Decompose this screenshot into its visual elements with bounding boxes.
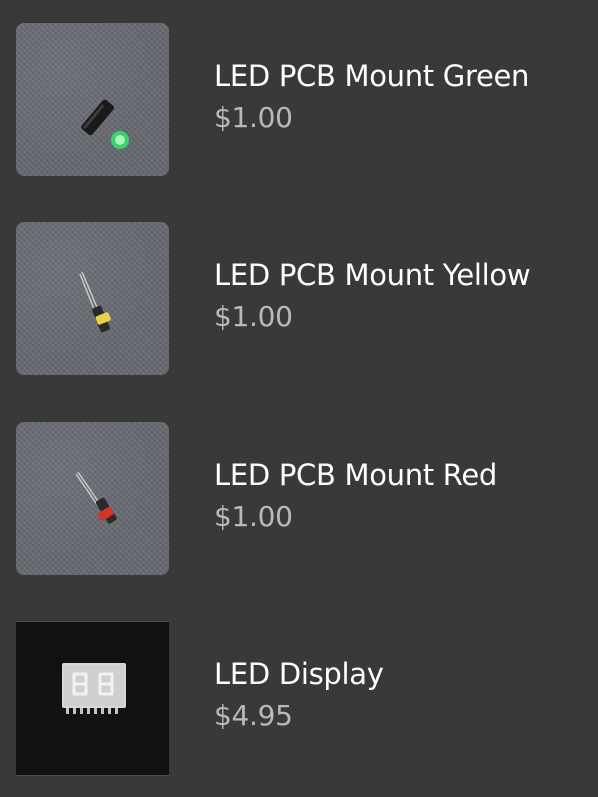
product-price: $1.00 <box>214 300 293 333</box>
product-title[interactable]: LED PCB Mount Yellow <box>214 258 531 292</box>
product-price: $1.00 <box>214 101 293 134</box>
product-item[interactable]: LED Display $4.95 <box>0 621 598 776</box>
product-image[interactable] <box>16 23 169 176</box>
product-title[interactable]: LED Display <box>214 657 384 691</box>
yellow-led-icon <box>79 271 111 333</box>
product-item[interactable]: LED PCB Mount Red $1.00 <box>0 422 598 577</box>
green-led-icon <box>81 99 129 149</box>
product-item[interactable]: LED PCB Mount Green $1.00 <box>0 23 598 178</box>
seven-segment-display-icon <box>62 663 126 714</box>
product-image[interactable] <box>16 422 169 575</box>
product-item[interactable]: LED PCB Mount Yellow $1.00 <box>0 222 598 377</box>
product-image[interactable] <box>16 222 169 375</box>
product-title[interactable]: LED PCB Mount Red <box>214 458 497 492</box>
product-price: $4.95 <box>214 699 293 732</box>
product-price: $1.00 <box>214 500 293 533</box>
product-image[interactable] <box>16 621 169 776</box>
red-led-icon <box>75 471 117 524</box>
product-list: LED PCB Mount Green $1.00 LED PCB Mount … <box>0 0 598 797</box>
product-title[interactable]: LED PCB Mount Green <box>214 59 529 93</box>
